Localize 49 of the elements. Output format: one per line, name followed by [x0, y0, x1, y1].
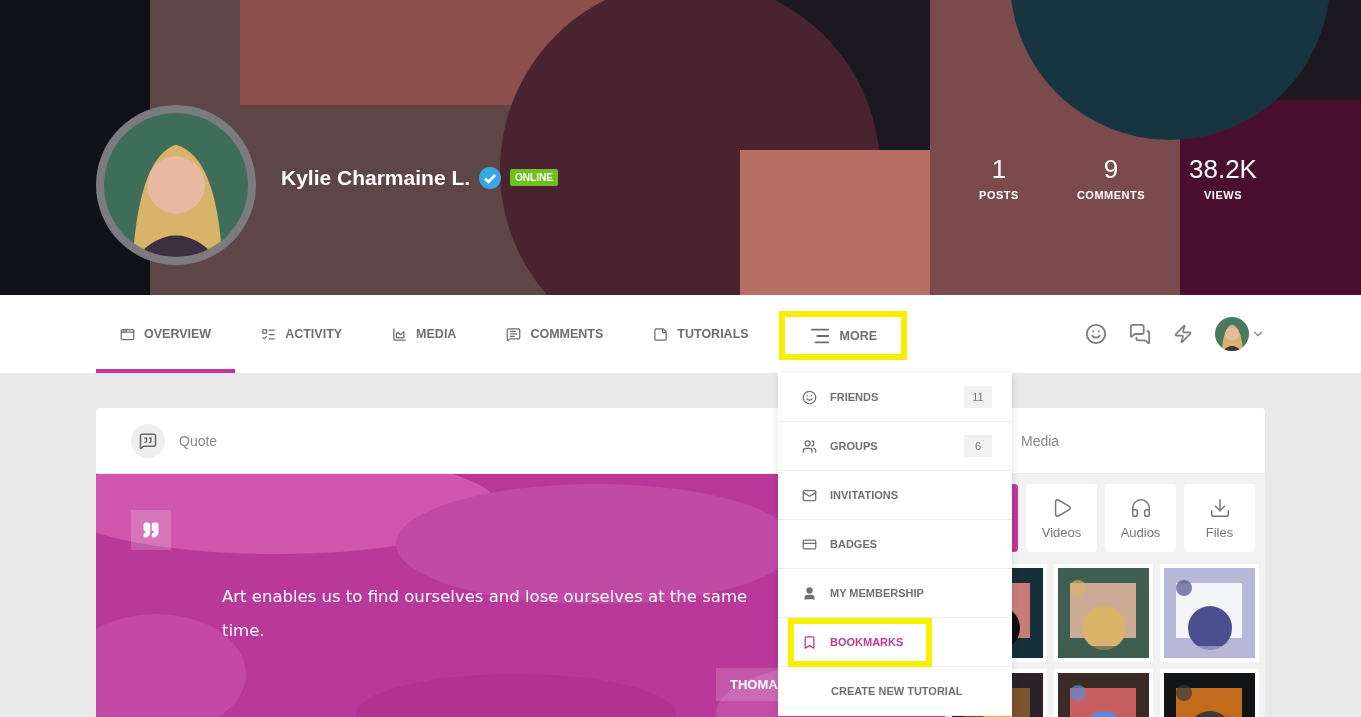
stat-label: POSTS — [979, 189, 1019, 201]
nav-tab[interactable]: ACTIVITY — [237, 295, 367, 373]
mail-icon — [802, 487, 817, 503]
nav-tab[interactable]: COMMENTS — [482, 295, 628, 373]
menu-item[interactable]: BOOKMARKS — [778, 618, 1012, 667]
smiley-icon[interactable] — [1085, 323, 1107, 345]
quote-type-icon[interactable] — [131, 423, 165, 458]
nav-tab[interactable]: MORE — [778, 307, 908, 364]
stat-label: VIEWS — [1204, 189, 1242, 201]
user-avatar[interactable] — [1215, 317, 1249, 351]
nav-tab[interactable]: TUTORIALS — [629, 295, 773, 373]
status-badge: ONLINE — [510, 169, 558, 186]
card-icon — [802, 536, 817, 552]
media-filter[interactable]: Audios — [1105, 484, 1176, 552]
count-badge: 11 — [964, 386, 992, 408]
media-icon — [392, 326, 408, 342]
download-icon — [1208, 496, 1231, 519]
comments-icon — [506, 326, 522, 342]
stat-label: COMMENTS — [1076, 189, 1146, 201]
activity-icon — [261, 326, 277, 342]
lightning-icon[interactable] — [1173, 324, 1193, 344]
quote-text: Art enables us to find ourselves and lose ourselves at the same time. — [222, 586, 749, 642]
user-icon — [802, 585, 817, 601]
stat-value: 1 — [991, 154, 1007, 185]
menu-item[interactable]: INVITATIONS — [778, 471, 1012, 520]
menu-item[interactable]: MY MEMBERSHIP — [778, 569, 1012, 618]
stat-value: 9 — [1103, 154, 1119, 185]
menu-item[interactable]: FRIENDS 11 — [778, 373, 1012, 422]
menu-item[interactable]: GROUPS 6 — [778, 422, 1012, 471]
count-badge: 6 — [964, 435, 992, 457]
messages-icon[interactable] — [1129, 323, 1151, 345]
overview-icon — [120, 326, 135, 342]
users-icon — [802, 438, 817, 454]
avatar[interactable] — [104, 113, 248, 257]
nav-tab[interactable]: OVERVIEW — [96, 295, 236, 373]
headphones-icon — [1129, 496, 1152, 519]
media-filter[interactable]: Files — [1184, 484, 1255, 552]
media-filter[interactable]: Videos — [1026, 484, 1097, 552]
menu-item[interactable]: CREATE NEW TUTORIAL — [778, 667, 1012, 716]
post-type-tab[interactable]: Quote — [179, 432, 218, 449]
bookmark-icon — [802, 634, 817, 650]
stat-value: 38.2K — [1189, 154, 1257, 185]
menu-item[interactable]: BADGES — [778, 520, 1012, 569]
nav-tab[interactable]: MEDIA — [368, 295, 481, 373]
quote-icon — [131, 510, 171, 550]
profile-name: Kylie Charmaine L. — [281, 165, 471, 190]
post-type-tab[interactable]: Media — [1021, 432, 1060, 449]
smiley-icon — [802, 389, 817, 405]
tutorials-icon — [653, 326, 669, 342]
